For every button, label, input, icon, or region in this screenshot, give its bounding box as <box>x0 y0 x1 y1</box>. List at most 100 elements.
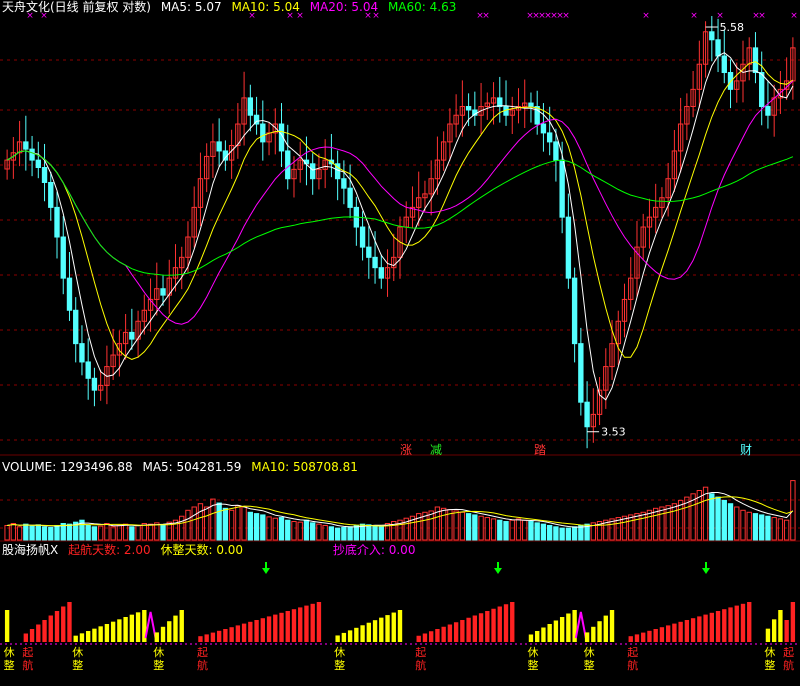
volume-bar <box>228 509 235 541</box>
volume-bar <box>484 517 490 541</box>
volume-bar <box>734 506 740 541</box>
sail-bar <box>453 622 459 642</box>
phase-label: 休 <box>153 646 164 659</box>
sail-bar <box>659 627 665 642</box>
rest-bar <box>591 626 596 642</box>
candle-body <box>48 181 54 208</box>
top-marker: × <box>790 11 798 21</box>
volume-bar <box>490 518 497 541</box>
volume-bar <box>328 526 335 541</box>
candle-body <box>260 123 266 143</box>
candle-body <box>66 277 73 311</box>
sail-bar <box>628 636 633 642</box>
rest-bar <box>110 621 116 642</box>
volume-bar <box>122 523 129 541</box>
volume-bar <box>459 511 466 541</box>
candle-body <box>285 150 291 180</box>
volume-bar <box>628 514 634 541</box>
sail-bar <box>665 625 671 642</box>
rest-bar <box>566 613 571 642</box>
candle-body <box>378 267 384 279</box>
volume-bar <box>353 524 360 541</box>
sail-bar <box>709 612 714 642</box>
phase-label: 整 <box>72 658 83 672</box>
volume-bar <box>222 507 229 541</box>
sail-bar <box>697 616 702 642</box>
top-marker: × <box>690 11 698 21</box>
phase-label: 整 <box>584 658 595 672</box>
volume-bar <box>715 496 721 541</box>
candle-body <box>727 72 734 90</box>
volume-bar <box>709 493 715 541</box>
signal-tag: 减 <box>430 443 442 457</box>
volume-bar <box>310 522 316 541</box>
candle-body <box>578 343 584 403</box>
rest-bar <box>765 628 771 642</box>
volume-bar <box>54 524 60 541</box>
rest-bar <box>535 631 540 642</box>
volume-bar <box>640 511 646 541</box>
volume-bar <box>129 526 135 541</box>
candle-body <box>91 377 98 391</box>
volume-bar <box>746 511 752 541</box>
rest-bar <box>379 617 384 642</box>
indicator-name: 股海扬帆X <box>2 543 59 557</box>
volume-bar <box>571 526 578 541</box>
phase-label: 休 <box>764 646 775 659</box>
volume-ma10-line <box>7 496 794 527</box>
volume-bar <box>721 499 727 541</box>
volume-bar <box>147 523 154 541</box>
phase-label: 航 <box>22 658 33 672</box>
rest-bar <box>553 620 559 642</box>
volume-bar <box>110 526 116 541</box>
volume-bar <box>752 513 759 541</box>
candle-body <box>709 31 715 41</box>
phase-label: 航 <box>197 658 208 672</box>
sail-bar <box>647 630 652 642</box>
volume-bar <box>253 513 260 541</box>
candle-body <box>216 141 222 152</box>
candle-body <box>565 216 572 279</box>
candle-body <box>765 106 771 116</box>
chart-stage: 5.58 3.53 涨减踏财 × × × × × × × × × × × × × × × × × × × × × × 休整起航休整… <box>0 0 800 682</box>
sail-bar <box>241 623 247 642</box>
sail-bar <box>273 614 278 642</box>
phase-label: 起 <box>22 646 33 659</box>
volume-bar <box>534 522 540 541</box>
ma5-readout: MA5: 5.07 <box>160 0 222 14</box>
candle-body <box>341 178 347 189</box>
candle-body <box>60 236 66 279</box>
sail-bar <box>291 609 297 642</box>
phase-label: 航 <box>627 658 638 672</box>
ma10-readout: MA10: 5.04 <box>231 0 300 14</box>
volume-bar <box>428 510 434 541</box>
ma60-readout: MA60: 4.63 <box>387 0 457 14</box>
candle-body <box>347 187 353 208</box>
sail-bar <box>254 620 259 642</box>
candle-body <box>497 97 503 108</box>
candle-body <box>35 159 41 169</box>
sail-days-readout: 起航天数: 2.00 <box>68 543 151 557</box>
candle-body <box>721 55 727 74</box>
volume-bar <box>578 524 584 541</box>
sail-bar <box>790 602 796 642</box>
sail-bar <box>728 607 733 642</box>
volume-bar <box>347 526 353 541</box>
volume-bar <box>341 526 347 541</box>
volume-bar <box>185 509 191 541</box>
ma20-line <box>6 80 794 325</box>
candle-body <box>715 39 721 57</box>
candle-body <box>41 167 48 183</box>
sail-bar <box>48 615 53 642</box>
phase-label: 起 <box>415 646 426 659</box>
candle-body <box>465 106 472 111</box>
rest-bar <box>354 627 359 642</box>
sail-bar <box>690 618 696 642</box>
rest-bar <box>92 628 97 642</box>
top-marker: × <box>758 11 766 21</box>
phase-label: 起 <box>197 646 208 659</box>
sail-bar <box>634 634 640 642</box>
volume-bar <box>372 524 378 541</box>
ma10-line <box>6 61 794 360</box>
volume-bar <box>759 514 765 541</box>
